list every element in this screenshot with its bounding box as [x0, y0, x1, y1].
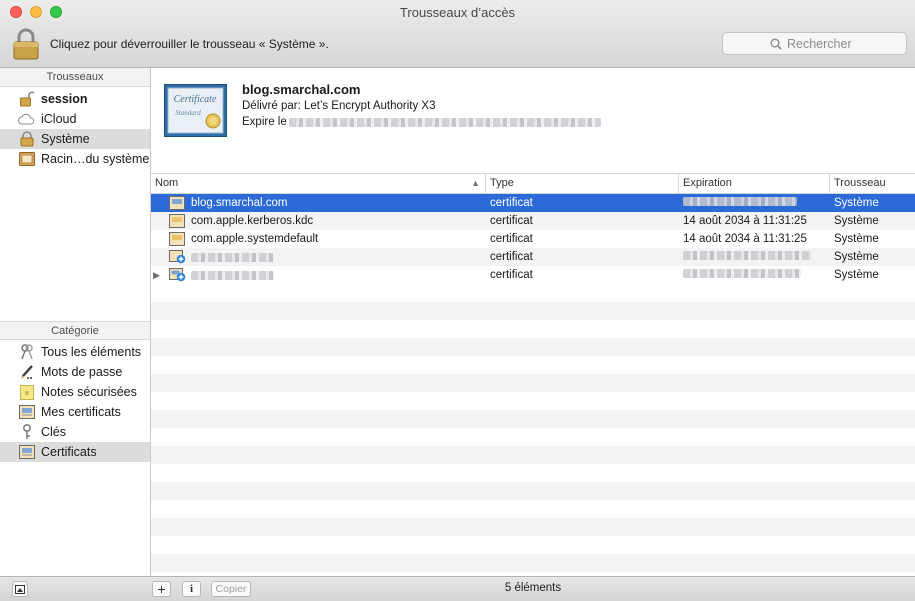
row-name: com.apple.systemdefault [191, 233, 319, 245]
sidebar-item-secure-notes[interactable]: Notes sécurisées [0, 382, 150, 402]
sidebar-item-session[interactable]: session [0, 89, 150, 109]
row-name: blog.smarchal.com [191, 197, 288, 209]
bottom-bar: + i Copier 5 éléments [0, 576, 915, 601]
disclosure-triangle-icon[interactable]: ▶ [153, 270, 160, 281]
redacted-name [191, 252, 274, 262]
table-body: blog.smarchal.com certificat Système com… [151, 194, 915, 284]
locked-padlock-icon [13, 28, 39, 60]
search-icon [770, 38, 782, 50]
empty-rows [151, 284, 915, 572]
row-name: com.apple.kerberos.kdc [191, 215, 314, 227]
category-header: Catégorie [0, 321, 150, 340]
column-header-name[interactable]: Nom ▲ [151, 174, 486, 193]
sidebar-item-label: Mes certificats [41, 405, 121, 419]
row-keychain: Système [834, 215, 879, 227]
redacted-value [683, 251, 811, 260]
row-expiration [679, 251, 830, 263]
expire-prefix: Expire le [242, 116, 287, 128]
column-header-type[interactable]: Type [486, 174, 679, 193]
lock-message: Cliquez pour déverrouiller le trousseau … [50, 37, 329, 51]
category-list: Tous les éléments Mots de passe Notes sé… [0, 342, 150, 462]
row-keychain: Système [834, 251, 879, 263]
sidebar-item-label: iCloud [41, 112, 77, 126]
keychain-list: session iCloud Système Racin…du système [0, 87, 150, 169]
sidebar-item-systeme[interactable]: Système [0, 129, 150, 149]
table-row[interactable]: certificat Système [151, 248, 915, 266]
sidebar-item-certificates[interactable]: Certificats [0, 442, 150, 462]
certificate-detail: Certificate Standard blog.smarchal.com D… [151, 68, 915, 174]
window-toolbar: Trousseaux d’accès Cliquez pour déverrou… [0, 0, 915, 68]
sidebar-item-icloud[interactable]: iCloud [0, 109, 150, 129]
search-input[interactable] [787, 36, 859, 51]
certificate-icon [169, 214, 186, 228]
row-type: certificat [490, 215, 533, 227]
sidebar-item-label: Tous les éléments [41, 345, 142, 359]
items-table: Nom ▲ Type Expiration Trousseau blog.sma… [151, 174, 915, 576]
row-type: certificat [490, 233, 533, 245]
redacted-date [288, 117, 601, 127]
certificate-expiry: Expire le [242, 116, 601, 128]
row-type: certificat [490, 251, 533, 263]
pencil-icon [18, 364, 35, 380]
unlocked-padlock-icon [18, 91, 35, 107]
cloud-icon [18, 111, 35, 127]
key-icon [18, 424, 35, 440]
badge-title: Certificate [174, 94, 217, 105]
certificate-badge-icon: Certificate Standard [164, 84, 227, 137]
certificate-name: blog.smarchal.com [242, 82, 361, 97]
sidebar-item-passwords[interactable]: Mots de passe [0, 362, 150, 382]
sidebar-item-keys[interactable]: Clés [0, 422, 150, 442]
certificate-issuer: Délivré par: Let’s Encrypt Authority X3 [242, 100, 436, 112]
row-expiration [679, 197, 830, 209]
sidebar-item-label: Certificats [41, 445, 97, 459]
toggle-sidebar-button[interactable] [12, 581, 28, 597]
redacted-value [683, 269, 801, 278]
certificate-plus-icon [169, 268, 186, 282]
certificate-icon [169, 196, 186, 210]
sidebar-item-label: Notes sécurisées [41, 385, 137, 399]
redacted-name [191, 270, 274, 280]
column-header-expiration[interactable]: Expiration [679, 174, 830, 193]
item-count: 5 éléments [504, 582, 562, 594]
window-title: Trousseaux d’accès [399, 5, 516, 20]
badge-subtitle: Standard [175, 109, 201, 117]
sidebar-item-label: session [41, 92, 88, 106]
row-keychain: Système [834, 269, 879, 281]
certificate-icon [18, 444, 35, 460]
search-field[interactable] [722, 32, 907, 55]
locked-padlock-icon [18, 131, 35, 147]
table-row[interactable]: blog.smarchal.com certificat Système [151, 194, 915, 212]
sidebar-item-label: Mots de passe [41, 365, 123, 379]
sidebar-item-racines-systeme[interactable]: Racin…du système [0, 149, 150, 169]
sidebar-item-all-items[interactable]: Tous les éléments [0, 342, 150, 362]
row-expiration: 14 août 2034 à 11:31:25 [683, 215, 807, 227]
sidebar-item-label: Clés [41, 425, 67, 439]
table-row[interactable]: com.apple.kerberos.kdc certificat 14 aoû… [151, 212, 915, 230]
sidebar-item-my-certificates[interactable]: Mes certificats [0, 402, 150, 422]
sidebar-item-label: Racin…du système [41, 152, 150, 166]
sidebar-toggle-icon [15, 584, 25, 594]
row-type: certificat [490, 269, 533, 281]
keychains-header: Trousseaux [0, 68, 150, 87]
table-header: Nom ▲ Type Expiration Trousseau [151, 174, 915, 194]
row-keychain: Système [834, 197, 879, 209]
row-type: certificat [490, 197, 533, 209]
table-row[interactable]: ▶ certificat Système [151, 266, 915, 284]
column-header-keychain[interactable]: Trousseau [830, 174, 915, 193]
row-expiration: 14 août 2034 à 11:31:25 [683, 233, 807, 245]
sort-ascending-icon: ▲ [471, 178, 480, 188]
redacted-value [683, 197, 797, 206]
keys-icon [18, 344, 35, 360]
sidebar: Trousseaux session iCloud Système Racin…… [0, 68, 151, 576]
cabinet-icon [18, 151, 35, 167]
row-keychain: Système [834, 233, 879, 245]
row-expiration [679, 269, 830, 281]
certificate-plus-icon [169, 250, 186, 264]
certificate-icon [169, 232, 186, 246]
note-icon [18, 384, 35, 400]
certificate-icon [18, 404, 35, 420]
lock-button[interactable] [12, 28, 40, 60]
sidebar-item-label: Système [41, 132, 90, 146]
table-row[interactable]: com.apple.systemdefault certificat 14 ao… [151, 230, 915, 248]
